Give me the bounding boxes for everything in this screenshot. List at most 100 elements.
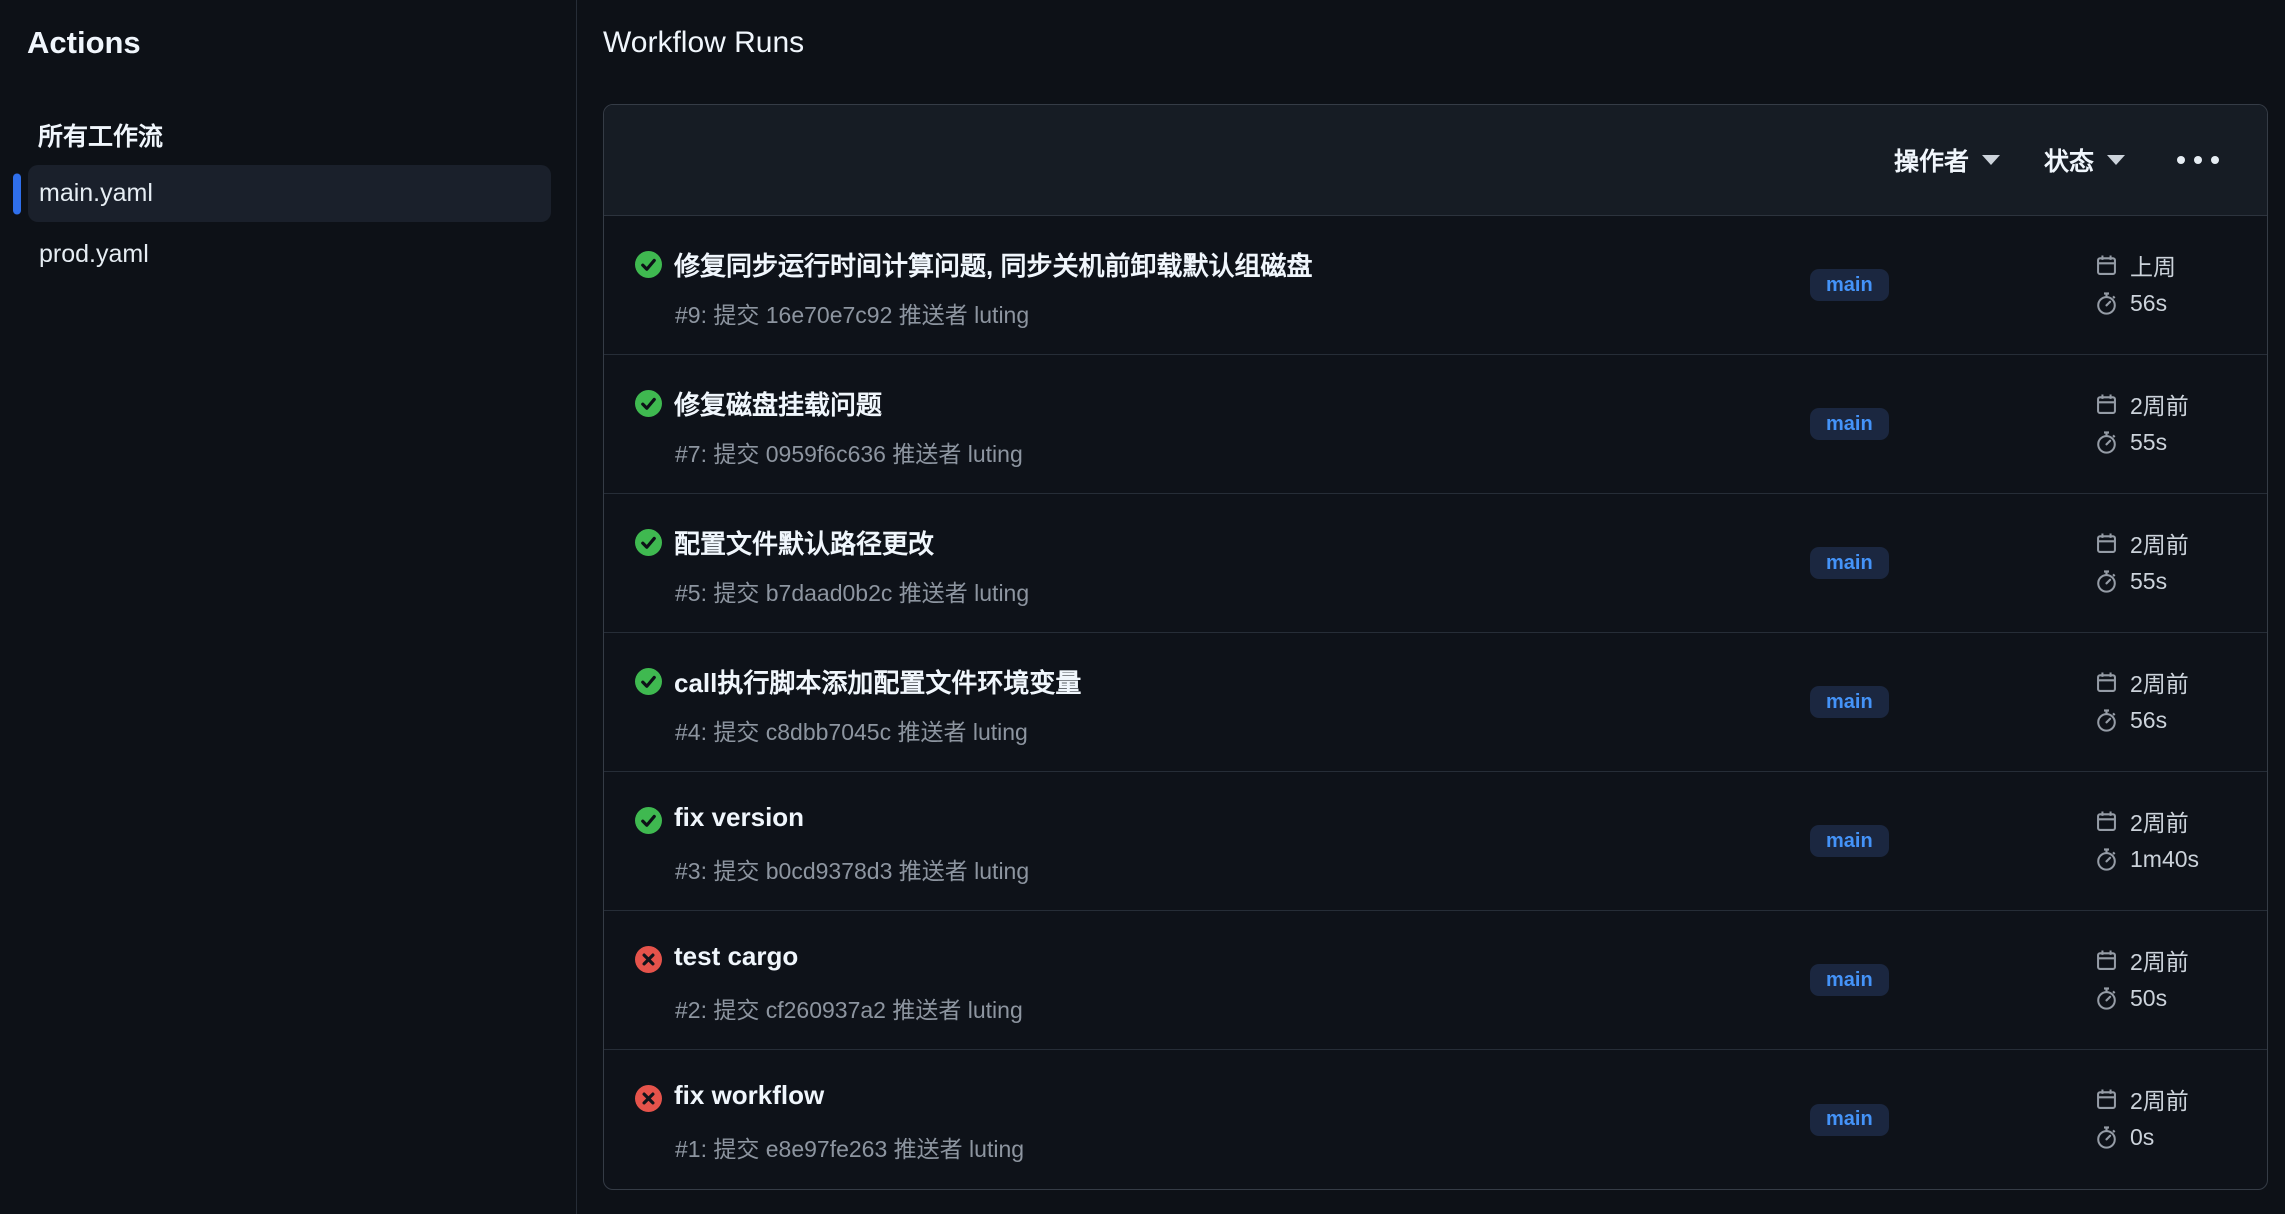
run-date: 2周前 bbox=[2130, 1082, 2189, 1116]
actor-filter-label: 操作者 bbox=[1894, 142, 1969, 178]
calendar-icon bbox=[2094, 392, 2119, 417]
stopwatch-icon bbox=[2094, 291, 2119, 316]
branch-badge[interactable]: main bbox=[1810, 269, 1889, 301]
chevron-down-icon bbox=[1982, 155, 2000, 165]
run-duration: 55s bbox=[2130, 429, 2167, 456]
run-duration-line: 56s bbox=[2094, 707, 2189, 734]
branch-badge[interactable]: main bbox=[1810, 825, 1889, 857]
kebab-horizontal-icon bbox=[2211, 156, 2219, 164]
stopwatch-icon bbox=[2094, 847, 2119, 872]
run-status-icon bbox=[635, 668, 662, 695]
run-title-link[interactable]: fix version bbox=[674, 802, 804, 833]
run-title-link[interactable]: fix workflow bbox=[674, 1080, 824, 1111]
run-duration: 55s bbox=[2130, 568, 2167, 595]
workflow-runs-main: Workflow Runs 操作者 状态 bbox=[577, 0, 2285, 1214]
workflow-run-row: fix version #3: 提交 b0cd9378d3 推送者 luting… bbox=[604, 772, 2267, 911]
workflow-run-row: fix workflow #1: 提交 e8e97fe263 推送者 lutin… bbox=[604, 1050, 2267, 1189]
run-duration-line: 56s bbox=[2094, 290, 2176, 317]
calendar-icon bbox=[2094, 948, 2119, 973]
workflow-runs-list: 修复同步运行时间计算问题, 同步关机前卸载默认组磁盘 #9: 提交 16e70e… bbox=[604, 216, 2267, 1189]
run-date: 2周前 bbox=[2130, 943, 2189, 977]
all-workflows-link[interactable]: 所有工作流 bbox=[38, 117, 576, 153]
branch-badge[interactable]: main bbox=[1810, 964, 1889, 996]
calendar-icon bbox=[2094, 1087, 2119, 1112]
actor-filter-dropdown[interactable]: 操作者 bbox=[1872, 132, 2022, 188]
run-meta: 2周前 56s bbox=[2094, 665, 2189, 734]
run-status-icon bbox=[635, 390, 662, 417]
stopwatch-icon bbox=[2094, 986, 2119, 1011]
sidebar-item-main-yaml[interactable]: main.yaml bbox=[28, 165, 551, 222]
run-meta: 上周 56s bbox=[2094, 248, 2176, 317]
kebab-horizontal-icon bbox=[2194, 156, 2202, 164]
run-date: 上周 bbox=[2130, 248, 2176, 282]
runs-filter-toolbar: 操作者 状态 bbox=[604, 105, 2267, 216]
status-filter-dropdown[interactable]: 状态 bbox=[2022, 132, 2147, 188]
run-meta: 2周前 55s bbox=[2094, 387, 2189, 456]
run-date: 2周前 bbox=[2130, 804, 2189, 838]
run-status-icon bbox=[635, 529, 662, 556]
stopwatch-icon bbox=[2094, 569, 2119, 594]
stopwatch-icon bbox=[2094, 1125, 2119, 1150]
run-status-icon bbox=[635, 807, 662, 834]
actions-sidebar: Actions 所有工作流 main.yaml prod.yaml bbox=[0, 0, 577, 1214]
kebab-horizontal-icon bbox=[2177, 156, 2185, 164]
stopwatch-icon bbox=[2094, 708, 2119, 733]
workflow-runs-panel: 操作者 状态 修复同步运行时间计算问题, bbox=[603, 104, 2268, 1190]
run-commit-info: #5: 提交 b7daad0b2c 推送者 luting bbox=[675, 574, 1029, 608]
run-date: 2周前 bbox=[2130, 387, 2189, 421]
stopwatch-icon bbox=[2094, 430, 2119, 455]
run-date-line: 2周前 bbox=[2094, 1082, 2189, 1116]
branch-badge[interactable]: main bbox=[1810, 686, 1889, 718]
sidebar-title: Actions bbox=[27, 25, 576, 61]
run-meta: 2周前 1m40s bbox=[2094, 804, 2199, 873]
run-meta: 2周前 55s bbox=[2094, 526, 2189, 595]
run-duration: 56s bbox=[2130, 707, 2167, 734]
run-duration-line: 55s bbox=[2094, 568, 2189, 595]
run-duration-line: 1m40s bbox=[2094, 846, 2199, 873]
page-title: Workflow Runs bbox=[603, 26, 2268, 60]
run-duration-line: 0s bbox=[2094, 1124, 2189, 1151]
run-title-link[interactable]: 修复磁盘挂载问题 bbox=[674, 385, 882, 422]
workflow-run-row: 修复磁盘挂载问题 #7: 提交 0959f6c636 推送者 luting ma… bbox=[604, 355, 2267, 494]
run-date-line: 2周前 bbox=[2094, 387, 2189, 421]
run-commit-info: #3: 提交 b0cd9378d3 推送者 luting bbox=[675, 852, 1029, 886]
branch-badge[interactable]: main bbox=[1810, 408, 1889, 440]
run-meta: 2周前 0s bbox=[2094, 1082, 2189, 1151]
calendar-icon bbox=[2094, 809, 2119, 834]
run-title-link[interactable]: test cargo bbox=[674, 941, 798, 972]
run-status-icon bbox=[635, 1085, 662, 1112]
run-date-line: 上周 bbox=[2094, 248, 2176, 282]
run-title-link[interactable]: call执行脚本添加配置文件环境变量 bbox=[674, 663, 1081, 700]
check-circle-icon bbox=[635, 807, 662, 834]
run-date-line: 2周前 bbox=[2094, 943, 2189, 977]
sidebar-item-prod-yaml[interactable]: prod.yaml bbox=[28, 226, 551, 283]
run-status-icon bbox=[635, 946, 662, 973]
run-commit-info: #7: 提交 0959f6c636 推送者 luting bbox=[675, 435, 1023, 469]
run-duration: 1m40s bbox=[2130, 846, 2199, 873]
run-duration-line: 50s bbox=[2094, 985, 2189, 1012]
branch-badge[interactable]: main bbox=[1810, 547, 1889, 579]
run-date-line: 2周前 bbox=[2094, 665, 2189, 699]
more-options-button[interactable] bbox=[2167, 142, 2229, 178]
run-title-link[interactable]: 配置文件默认路径更改 bbox=[674, 524, 934, 561]
run-title-link[interactable]: 修复同步运行时间计算问题, 同步关机前卸载默认组磁盘 bbox=[674, 246, 1312, 283]
check-circle-icon bbox=[635, 251, 662, 278]
chevron-down-icon bbox=[2107, 155, 2125, 165]
check-circle-icon bbox=[635, 668, 662, 695]
run-duration: 0s bbox=[2130, 1124, 2154, 1151]
calendar-icon bbox=[2094, 531, 2119, 556]
workflow-run-row: test cargo #2: 提交 cf260937a2 推送者 luting … bbox=[604, 911, 2267, 1050]
run-duration: 50s bbox=[2130, 985, 2167, 1012]
sidebar-item-label: main.yaml bbox=[39, 179, 153, 208]
run-commit-info: #1: 提交 e8e97fe263 推送者 luting bbox=[675, 1130, 1024, 1164]
run-status-icon bbox=[635, 251, 662, 278]
status-filter-label: 状态 bbox=[2044, 142, 2094, 178]
x-circle-icon bbox=[635, 1085, 662, 1112]
run-commit-info: #2: 提交 cf260937a2 推送者 luting bbox=[675, 991, 1023, 1025]
run-duration-line: 55s bbox=[2094, 429, 2189, 456]
workflow-run-row: call执行脚本添加配置文件环境变量 #4: 提交 c8dbb7045c 推送者… bbox=[604, 633, 2267, 772]
x-circle-icon bbox=[635, 946, 662, 973]
branch-badge[interactable]: main bbox=[1810, 1104, 1889, 1136]
check-circle-icon bbox=[635, 529, 662, 556]
run-date: 2周前 bbox=[2130, 665, 2189, 699]
